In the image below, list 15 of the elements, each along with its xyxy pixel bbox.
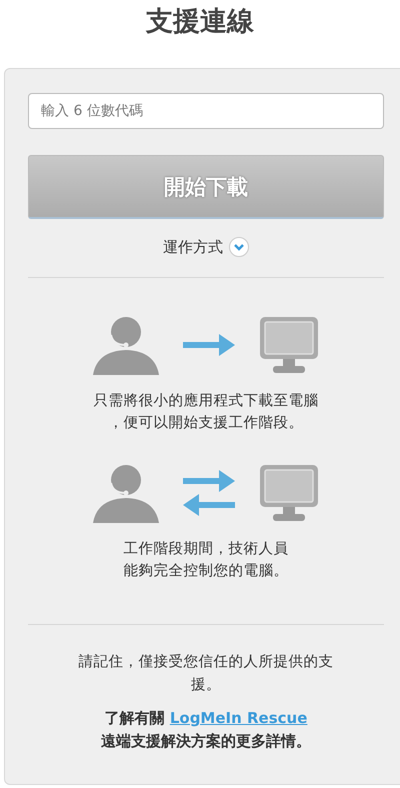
- learn-more-text: 了解有關 LogMeIn Rescue 遠端支援解決方案的更多詳情。: [100, 708, 312, 752]
- chevron-icon[interactable]: [229, 237, 249, 257]
- trust-notice: 請記住，僅接受您信任的人所提供的支援。: [78, 653, 334, 695]
- page-title: 支援連線: [144, 5, 255, 39]
- step-description: 只需將很小的應用程式下載至電腦，便可以開始支援工作階段。: [92, 392, 320, 433]
- support-agent-icon: [93, 463, 159, 523]
- code-input-field[interactable]: 輸入 6 位數代碼: [28, 93, 384, 129]
- monitor-icon: [259, 316, 319, 374]
- step-description: 工作階段期間，技術人員能夠完全控制您的電腦。: [122, 540, 290, 581]
- monitor-icon: [259, 464, 319, 522]
- support-agent-icon: [93, 315, 159, 375]
- right-arrow-icon: [183, 334, 235, 356]
- product-link[interactable]: LogMeIn Rescue: [170, 709, 308, 727]
- how-it-works-link[interactable]: 運作方式: [163, 238, 223, 256]
- two-way-arrows-icon: [183, 470, 235, 516]
